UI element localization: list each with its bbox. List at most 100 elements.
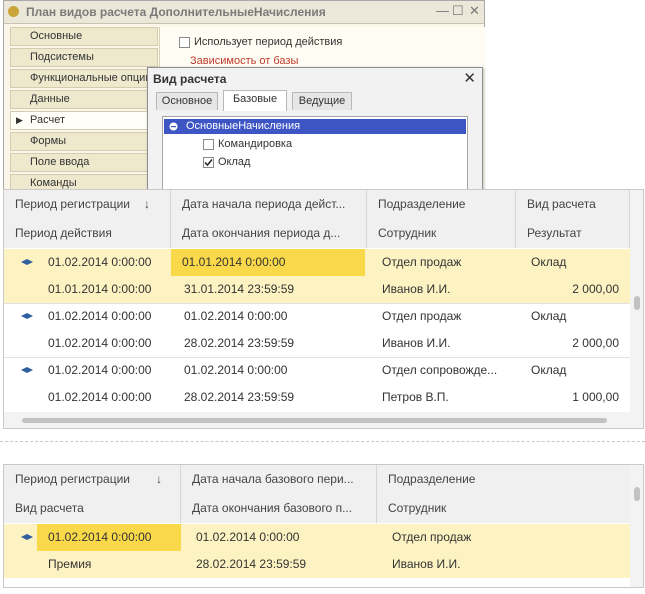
sort-down-icon[interactable]: ↓ [156,465,162,494]
table-cell[interactable]: 01.02.2014 0:00:00 [37,330,171,357]
current-marker-icon: ▶ [16,115,23,125]
column-header[interactable]: Период регистрации ↓ [4,190,171,219]
table-cell[interactable]: 01.02.2014 0:00:00 [185,524,377,551]
column-header[interactable]: Подразделение [367,190,516,219]
checkmark-icon [204,159,213,167]
nav-item-funkcionalnye-opcii[interactable]: Функциональные опции [10,69,158,88]
table-cell[interactable]: Оклад [520,357,630,384]
nav-item-dannye[interactable]: Данные [10,90,158,109]
table-cell[interactable]: Оклад [520,303,630,330]
tree-root-label: ОсновныеНачисления [186,120,301,132]
base-types-tree[interactable]: ОсновныеНачисления Командировка Оклад [162,116,468,192]
expand-icon[interactable] [169,122,178,131]
table-cell[interactable]: Иванов И.И. [381,551,630,578]
table-cell[interactable]: Отдел продаж [381,524,630,551]
register-table-base[interactable]: Период регистрации ↓ Дата начала базовог… [3,464,644,588]
maximize-button[interactable]: ☐ [452,3,464,19]
table-cell[interactable]: 01.02.2014 0:00:00 [37,384,171,411]
close-icon[interactable]: ✕ [463,69,476,87]
table-cell[interactable]: Иванов И.И. [371,276,516,303]
tab-bazovye[interactable]: Базовые [223,90,287,111]
table-cell[interactable]: 01.02.2014 0:00:00 [173,303,367,330]
checkbox-icon[interactable] [203,139,214,150]
table-cell-current[interactable]: 01.01.2014 0:00:00 [171,249,365,276]
nav-item-pole-vvoda[interactable]: Поле ввода [10,153,158,172]
table-cell[interactable]: 01.02.2014 0:00:00 [37,303,171,330]
scroll-thumb[interactable] [634,296,640,310]
table-cell[interactable]: 28.02.2014 23:59:59 [173,330,367,357]
nav-label: Команды [30,177,77,189]
register-table-main[interactable]: Период регистрации ↓ Дата начала периода… [3,189,644,429]
table-cell[interactable]: 31.01.2014 23:59:59 [173,276,367,303]
calc-type-dialog: Вид расчета ✕ Основное Базовые Ведущие О… [147,67,483,192]
table-cell[interactable]: 01.02.2014 0:00:00 [173,357,367,384]
row-record-icon [21,367,33,373]
vertical-scrollbar[interactable] [630,465,643,587]
table-cell[interactable]: 01.02.2014 0:00:00 [37,249,171,276]
window-title-bar: План видов расчета ДополнительныеНачисле… [4,1,484,24]
tab-osnovnoe[interactable]: Основное [156,92,218,110]
row-record-icon [21,259,33,265]
close-window-button[interactable]: ✕ [469,3,480,19]
column-header[interactable]: Вид расчета [4,494,181,523]
nav-item-osnovnye[interactable]: Основные [10,27,158,46]
table-cell[interactable]: Иванов И.И. [371,330,516,357]
tab-vedushchie[interactable]: Ведущие [292,92,352,110]
divider [0,441,645,442]
table-cell[interactable]: Петров В.П. [371,384,516,411]
app-icon [8,6,19,17]
table-cell[interactable]: 2 000,00 [520,330,630,357]
table-cell[interactable]: 28.02.2014 23:59:59 [185,551,377,578]
table-row[interactable]: Премия 28.02.2014 23:59:59 Иванов И.И. [4,551,630,578]
uses-period-checkbox[interactable] [179,37,190,48]
table-row[interactable]: 01.02.2014 0:00:00 01.01.2014 0:00:00 От… [4,249,630,276]
column-header[interactable]: Дата окончания периода д... [171,219,367,248]
table-cell[interactable]: 2 000,00 [520,276,630,303]
column-header[interactable]: Сотрудник [367,219,516,248]
nav-item-formy[interactable]: Формы [10,132,158,151]
nav-label: Подсистемы [30,51,94,63]
table-cell[interactable]: Оклад [520,249,630,276]
scroll-thumb[interactable] [634,487,640,501]
column-header[interactable]: Сотрудник [377,494,630,523]
nav-item-podsistemy[interactable]: Подсистемы [10,48,158,67]
table-cell[interactable]: Отдел сопровожде... [371,357,516,384]
minimize-button[interactable]: — [436,3,449,18]
tree-root-row[interactable]: ОсновныеНачисления [164,119,466,134]
table-row[interactable]: 01.01.2014 0:00:00 31.01.2014 23:59:59 И… [4,276,630,304]
nav-label: Данные [30,93,70,105]
column-header[interactable]: Дата начала базового пери... [181,465,377,494]
table-cell[interactable]: 1 000,00 [520,384,630,411]
table-row[interactable]: 01.02.2014 0:00:00 28.02.2014 23:59:59 И… [4,330,630,358]
table-cell[interactable]: Премия [37,551,181,578]
sort-down-icon[interactable]: ↓ [144,190,150,219]
column-header[interactable]: Результат [516,219,630,248]
column-header-label: Период регистрации [15,197,130,211]
tab-label: Основное [161,95,213,107]
column-header[interactable]: Период действия [4,219,171,248]
table-cell[interactable]: 01.02.2014 0:00:00 [37,357,171,384]
table-row[interactable]: 01.02.2014 0:00:00 01.02.2014 0:00:00 От… [4,357,630,384]
column-header[interactable]: Дата начала периода дейст... [171,190,367,219]
table-cell-current[interactable]: 01.02.2014 0:00:00 [37,524,181,551]
column-header[interactable]: Период регистрации ↓ [4,465,181,494]
column-header[interactable]: Дата окончания базового п... [181,494,377,523]
table-row[interactable]: 01.02.2014 0:00:00 01.02.2014 0:00:00 От… [4,524,630,551]
column-header-label: Период регистрации [15,472,130,486]
table-cell[interactable]: 01.01.2014 0:00:00 [37,276,171,303]
table-cell[interactable]: Отдел продаж [371,249,516,276]
table-header: Период регистрации ↓ Дата начала периода… [4,190,643,248]
table-cell[interactable]: Отдел продаж [371,303,516,330]
nav-label: Основные [30,30,83,42]
table-row[interactable]: 01.02.2014 0:00:00 28.02.2014 23:59:59 П… [4,384,630,411]
table-cell[interactable]: 28.02.2014 23:59:59 [173,384,367,411]
checkbox-icon[interactable] [203,157,214,168]
horizontal-scrollbar[interactable] [4,412,643,428]
column-header[interactable]: Вид расчета [516,190,630,219]
table-row[interactable]: 01.02.2014 0:00:00 01.02.2014 0:00:00 От… [4,303,630,330]
nav-item-raschet[interactable]: ▶ Расчет [10,111,158,130]
nav-label: Функциональные опции [30,72,152,84]
scroll-thumb[interactable] [22,418,607,423]
column-header[interactable]: Подразделение [377,465,630,494]
vertical-scrollbar[interactable] [630,190,643,412]
